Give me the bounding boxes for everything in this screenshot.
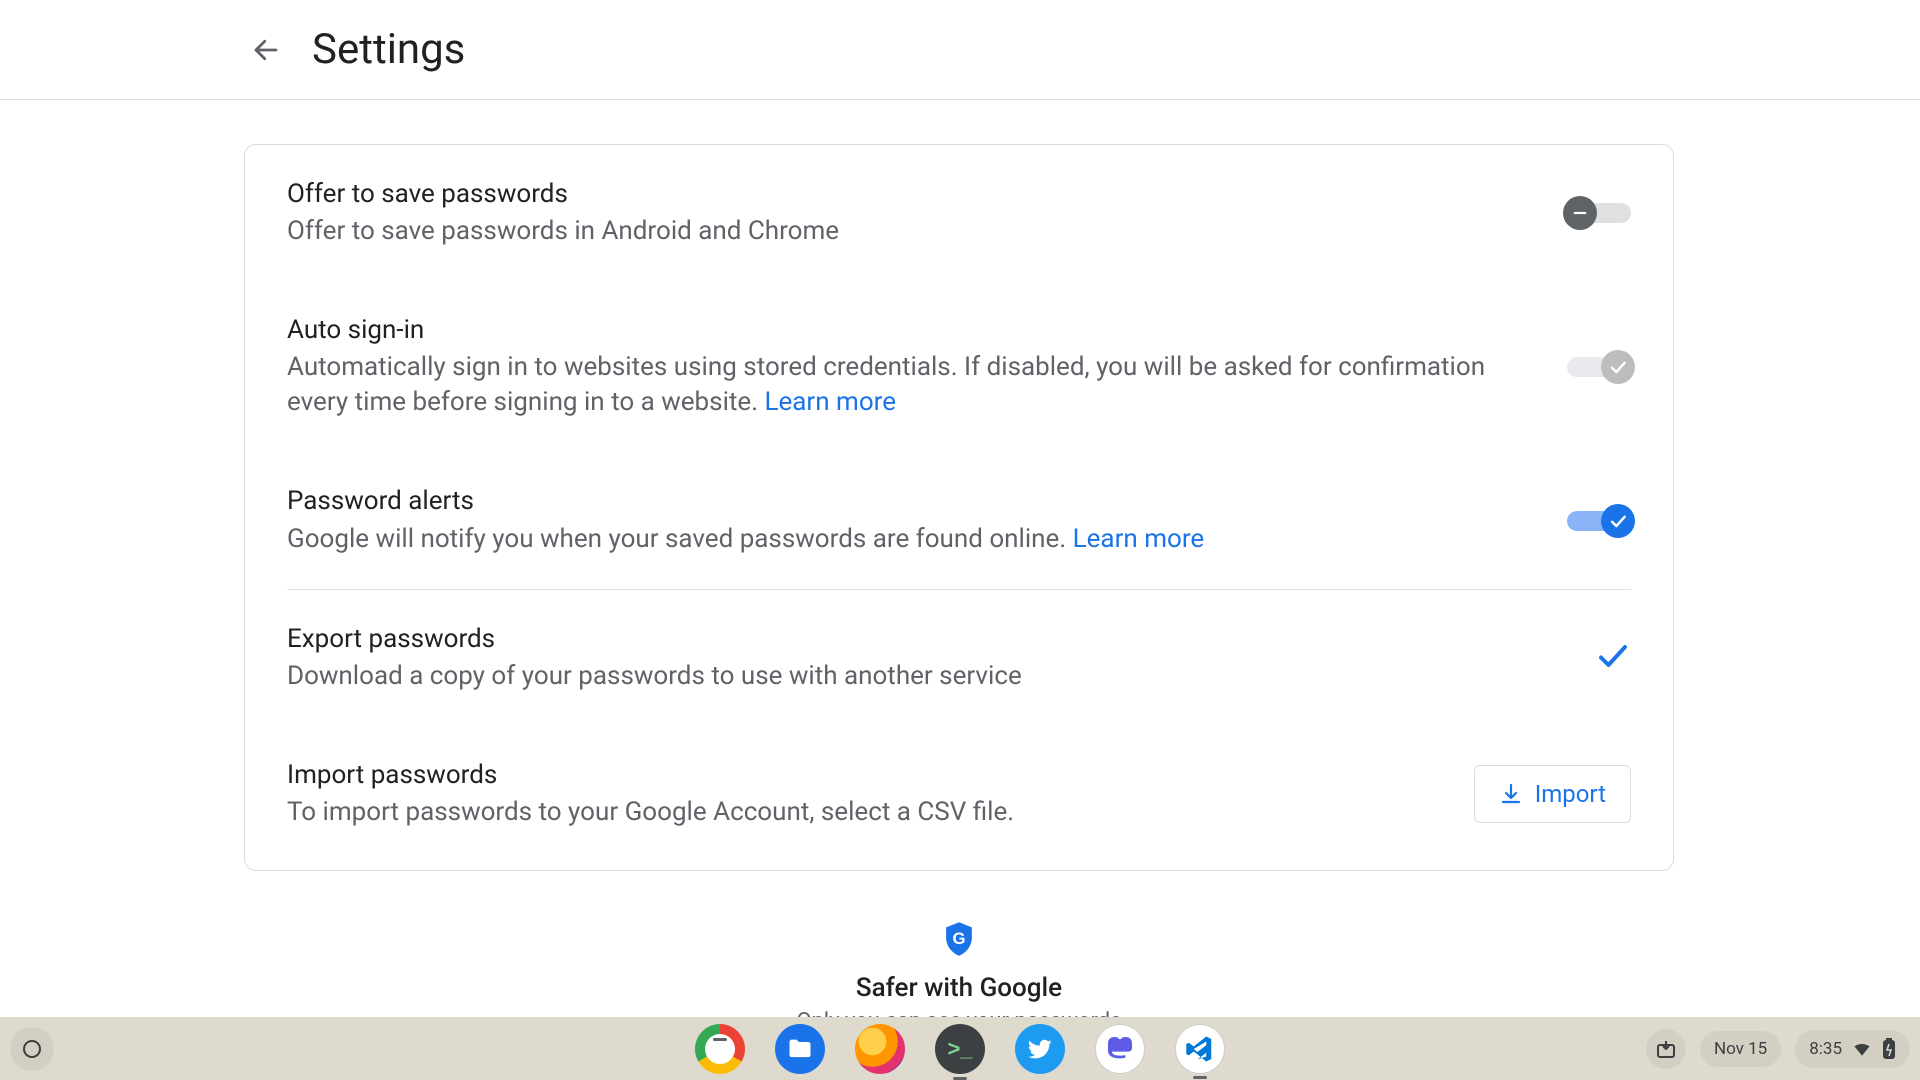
mastodon-icon [1104, 1033, 1136, 1065]
row-title: Offer to save passwords [287, 177, 1527, 212]
folder-icon [786, 1035, 814, 1063]
export-done-check [1595, 638, 1631, 678]
toggle-auto-sign-in[interactable] [1567, 357, 1631, 377]
learn-more-link[interactable]: Learn more [765, 387, 897, 417]
battery-icon [1882, 1038, 1896, 1060]
wifi-icon [1852, 1039, 1872, 1059]
app-mastodon[interactable] [1095, 1024, 1145, 1074]
row-title: Auto sign-in [287, 313, 1527, 348]
app-terminal[interactable]: >_ [935, 1024, 985, 1074]
arrow-left-icon [251, 35, 281, 65]
import-button-label: Import [1535, 780, 1606, 808]
app-vscode[interactable] [1175, 1024, 1225, 1074]
launcher-icon [23, 1040, 41, 1058]
promo-sub: Only you can see your passwords [244, 1009, 1674, 1017]
time-text: 8:35 [1809, 1039, 1842, 1059]
row-desc: To import passwords to your Google Accou… [287, 795, 1434, 830]
download-icon [1499, 782, 1523, 806]
safer-with-google-promo: G Safer with Google Only you can see you… [244, 921, 1674, 1017]
row-auto-sign-in: Auto sign-in Automatically sign in to we… [287, 281, 1631, 452]
back-button[interactable] [240, 24, 292, 76]
date-chip[interactable]: Nov 15 [1700, 1031, 1781, 1067]
chromeos-shelf: >_ Nov 15 8:35 [0, 1017, 1920, 1080]
google-shield-icon: G [943, 921, 975, 961]
check-icon [1595, 638, 1631, 674]
tote-icon [1654, 1037, 1678, 1061]
app-files[interactable] [775, 1024, 825, 1074]
page-title: Settings [312, 25, 465, 74]
row-export-passwords[interactable]: Export passwords Download a copy of your… [287, 590, 1631, 726]
row-desc: Offer to save passwords in Android and C… [287, 214, 1527, 249]
row-offer-save-passwords: Offer to save passwords Offer to save pa… [287, 145, 1631, 281]
settings-card: Offer to save passwords Offer to save pa… [244, 144, 1674, 871]
svg-text:G: G [953, 929, 966, 948]
check-icon [1608, 511, 1628, 531]
row-desc: Automatically sign in to websites using … [287, 350, 1527, 420]
settings-header: Settings [0, 0, 1920, 100]
minus-icon [1571, 204, 1589, 222]
vscode-icon [1185, 1034, 1215, 1064]
import-button[interactable]: Import [1474, 765, 1631, 823]
launcher-button[interactable] [10, 1027, 54, 1071]
shelf-apps: >_ [695, 1017, 1225, 1080]
app-chrome[interactable] [695, 1024, 745, 1074]
toggle-offer-save-passwords[interactable] [1567, 203, 1631, 223]
status-chip[interactable]: 8:35 [1795, 1030, 1910, 1068]
row-import-passwords: Import passwords To import passwords to … [287, 726, 1631, 870]
terminal-icon: >_ [947, 1036, 972, 1062]
check-icon [1608, 357, 1628, 377]
app-twitter[interactable] [1015, 1024, 1065, 1074]
row-title: Password alerts [287, 484, 1527, 519]
row-desc-text: Google will notify you when your saved p… [287, 524, 1073, 554]
app-firefox[interactable] [855, 1024, 905, 1074]
row-title: Export passwords [287, 622, 1555, 657]
toggle-password-alerts[interactable] [1567, 511, 1631, 531]
row-password-alerts: Password alerts Google will notify you w… [287, 452, 1631, 588]
row-title: Import passwords [287, 758, 1434, 793]
row-desc: Google will notify you when your saved p… [287, 522, 1527, 557]
tote-button[interactable] [1646, 1029, 1686, 1069]
status-area: Nov 15 8:35 [1646, 1017, 1910, 1080]
promo-title: Safer with Google [244, 973, 1674, 1003]
date-text: Nov 15 [1714, 1039, 1767, 1059]
learn-more-link[interactable]: Learn more [1073, 524, 1205, 554]
twitter-icon [1026, 1035, 1054, 1063]
row-desc: Download a copy of your passwords to use… [287, 659, 1555, 694]
